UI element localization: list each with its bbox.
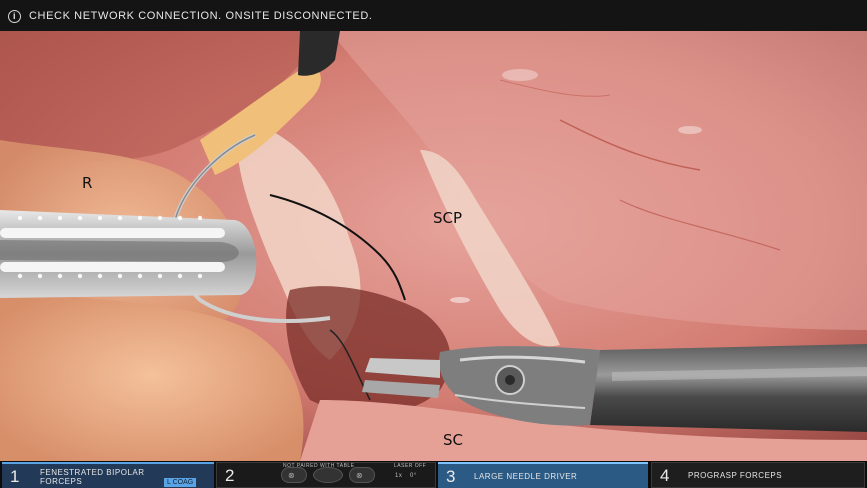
info-icon: i <box>8 9 21 23</box>
top-status-bar: i CHECK NETWORK CONNECTION. ONSITE DISCO… <box>0 0 867 31</box>
zoom-scale: 1x <box>395 473 403 479</box>
scope-pill-left[interactable]: ⊗ <box>281 467 307 483</box>
surgical-endoscope-view: R SCP SC i CHECK NETWORK CONNECTION. ONS… <box>0 0 867 488</box>
scope-angle: 0° <box>410 473 417 479</box>
arm-3-panel[interactable]: 3 LARGE NEEDLE DRIVER <box>438 462 648 488</box>
camera-icon[interactable] <box>313 467 343 483</box>
arm-number: 3 <box>446 467 456 486</box>
arm-1-panel[interactable]: 1 FENESTRATED BIPOLAR FORCEPS L COAG <box>2 462 214 488</box>
arm-number: 1 <box>10 467 20 486</box>
energy-mode-badge: L COAG <box>164 478 197 487</box>
arm-number: 2 <box>225 466 235 485</box>
arm-tool-name-line1: FENESTRATED BIPOLAR <box>40 468 145 477</box>
label-scp: SCP <box>433 209 463 227</box>
alert-text: CHECK NETWORK CONNECTION. ONSITE DISCONN… <box>29 10 373 22</box>
energy-mode: COAG <box>172 479 194 486</box>
energy-prefix: L <box>167 479 171 486</box>
toggle-icon: ⊗ <box>356 471 363 480</box>
endoscopic-scene <box>0 31 867 461</box>
arm-tool-name: PROGRASP FORCEPS <box>688 471 783 480</box>
arm-tool-name: LARGE NEEDLE DRIVER <box>474 472 578 481</box>
arm-4-panel[interactable]: 4 PROGRASP FORCEPS <box>651 462 865 488</box>
arm-tool-name-line2: FORCEPS <box>40 477 83 486</box>
network-alert[interactable]: i CHECK NETWORK CONNECTION. ONSITE DISCO… <box>8 5 378 27</box>
arm-2-panel[interactable]: 2 NOT PAIRED WITH TABLE LASER OFF ⊗ ⊗ 1x… <box>216 462 436 488</box>
laser-status: LASER OFF <box>394 463 427 469</box>
arm-number: 4 <box>660 466 670 485</box>
scope-pill-right[interactable]: ⊗ <box>349 467 375 483</box>
label-r: R <box>82 174 93 192</box>
toggle-icon: ⊗ <box>288 471 295 480</box>
label-sc: SC <box>443 431 463 449</box>
